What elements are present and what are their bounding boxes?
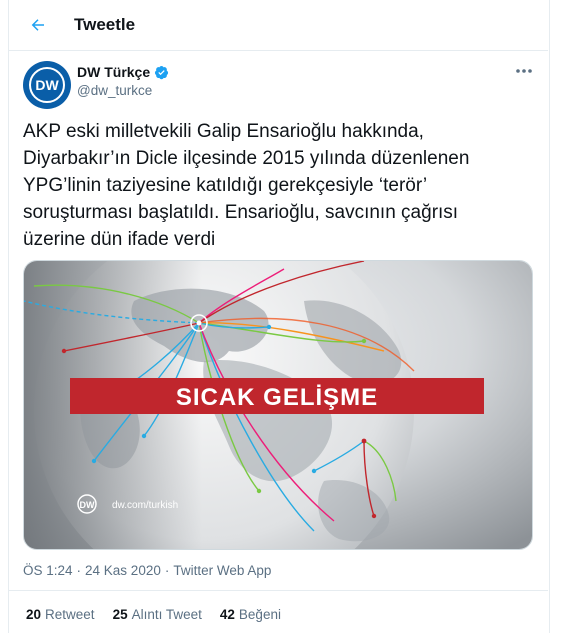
arrow-left-icon [31,19,44,31]
avatar[interactable]: DW [23,61,71,109]
tweet-image[interactable]: SICAK GELİŞME DW dw.com/turkish [23,260,533,550]
back-button[interactable] [25,12,51,38]
page-header: Tweetle [8,0,548,51]
meta-separator: · [76,563,82,578]
tweet-text: AKP eski milletvekili Galip Ensarioğlu h… [23,121,470,250]
more-options-button[interactable] [513,64,535,78]
more-horizontal-icon [516,69,532,73]
tweet-source[interactable]: Twitter Web App [173,563,271,578]
meta-separator: · [164,563,170,578]
svg-text:DW: DW [80,500,95,510]
tweet-stats: 20 Retweet 25 Alıntı Tweet 42 Beğeni [26,607,281,622]
breaking-news-banner: SICAK GELİŞME [176,384,378,411]
tweet-date[interactable]: 24 Kas 2020 [85,563,161,578]
retweets-stat[interactable]: 20 Retweet [26,607,95,622]
svg-text:DW: DW [35,77,59,93]
tweet-meta: ÖS 1:24 · 24 Kas 2020 · Twitter Web App [23,563,271,578]
quote-tweets-stat[interactable]: 25 Alıntı Tweet [113,607,202,622]
page-title: Tweetle [74,15,136,34]
divider [8,590,548,591]
author-handle[interactable]: @dw_turkce [77,83,152,98]
tweet-time[interactable]: ÖS 1:24 [23,563,73,578]
media-site-url: dw.com/turkish [112,500,178,511]
dw-logo-icon: DW [29,67,65,103]
verified-badge-icon [155,65,169,79]
likes-stat[interactable]: 42 Beğeni [220,607,281,622]
author-name[interactable]: DW Türkçe [77,64,150,80]
